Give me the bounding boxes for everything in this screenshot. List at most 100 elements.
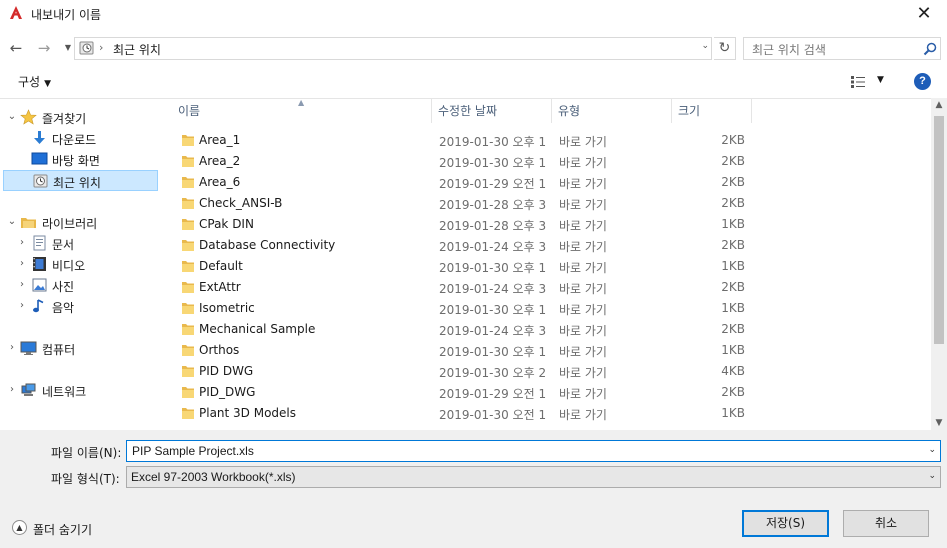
file-date: 2019-01-24 오후 3:... [439, 324, 547, 338]
nav-item-library[interactable]: ⌄ 라이브러리 [0, 212, 160, 233]
nav-item-videos[interactable]: › 비디오 [0, 254, 160, 275]
file-row[interactable]: Check_ANSI-B 2019-01-28 오후 3:... 바로 가기 2KB [160, 193, 931, 214]
music-icon [33, 299, 44, 313]
folder-shortcut-icon [182, 156, 194, 167]
file-date: 2019-01-28 오후 3:... [439, 219, 547, 233]
chevron-down-icon[interactable]: ⌄ [928, 471, 936, 481]
filename-input[interactable]: PIP Sample Project.xls ⌄ [126, 440, 941, 462]
folder-shortcut-icon [182, 324, 194, 335]
filename-label: 파일 이름(N): [51, 446, 122, 460]
file-size: 2KB [721, 196, 745, 210]
file-size: 2KB [721, 322, 745, 336]
nav-item-label: 라이브러리 [42, 217, 98, 231]
star-icon [20, 109, 37, 125]
column-header-type[interactable]: 유형 [552, 99, 672, 123]
file-name: Check_ANSI-B [199, 196, 283, 210]
scrollbar-thumb[interactable] [934, 116, 944, 344]
file-row[interactable]: Mechanical Sample 2019-01-24 오후 3:... 바로 가… [160, 319, 931, 340]
nav-item-music[interactable]: › 음악 [0, 296, 160, 317]
file-type: 바로 가기 [559, 156, 607, 170]
search-input[interactable]: 최근 위치 검색 [743, 37, 941, 60]
forward-button[interactable]: → [34, 38, 54, 58]
folder-shortcut-icon [182, 177, 194, 188]
file-row[interactable]: Default 2019-01-30 오후 1:... 바로 가기 1KB [160, 256, 931, 277]
chevron-down-icon[interactable]: ⌄ [7, 111, 17, 122]
file-row[interactable]: PID_DWG 2019-01-29 오전 1... 바로 가기 2KB [160, 382, 931, 403]
window-title: 내보내기 이름 [31, 8, 102, 22]
filetype-select[interactable]: Excel 97-2003 Workbook(*.xls) ⌄ [126, 466, 941, 488]
file-row[interactable]: Area_2 2019-01-30 오후 1:... 바로 가기 2KB [160, 151, 931, 172]
file-type: 바로 가기 [559, 366, 607, 380]
folder-shortcut-icon [182, 303, 194, 314]
chevron-right-icon[interactable]: › [7, 384, 17, 395]
nav-item-desktop[interactable]: 바탕 화면 [0, 149, 160, 170]
view-options-icon[interactable] [850, 75, 866, 89]
breadcrumb-current[interactable]: 최근 위치 [113, 41, 161, 58]
column-header-date[interactable]: 수정한 날짜 [432, 99, 552, 123]
address-field[interactable]: › 최근 위치 ⌄ [74, 37, 712, 60]
cancel-button[interactable]: 취소 [843, 510, 929, 537]
nav-item-pictures[interactable]: › 사진 [0, 275, 160, 296]
folder-shortcut-icon [182, 261, 194, 272]
file-row[interactable]: Orthos 2019-01-30 오후 1:... 바로 가기 1KB [160, 340, 931, 361]
chevron-down-icon[interactable]: ⌄ [928, 445, 936, 455]
file-row[interactable]: CPak DIN 2019-01-28 오후 3:... 바로 가기 1KB [160, 214, 931, 235]
scroll-down-icon[interactable]: ▼ [931, 418, 947, 428]
filetype-value: Excel 97-2003 Workbook(*.xls) [131, 470, 296, 484]
scroll-up-icon[interactable]: ▲ [931, 100, 947, 110]
file-date: 2019-01-30 오후 1:... [439, 135, 547, 149]
file-date: 2019-01-30 오전 1... [439, 408, 547, 422]
file-name: Area_1 [199, 133, 241, 147]
chevron-right-icon[interactable]: › [17, 237, 27, 248]
videos-icon [33, 257, 46, 271]
nav-item-documents[interactable]: › 문서 [0, 233, 160, 254]
collapse-up-icon: ▲ [12, 520, 27, 535]
column-header-name[interactable]: ▲ 이름 [160, 99, 432, 123]
file-name: Plant 3D Models [199, 406, 297, 420]
close-icon: ✕ [916, 3, 932, 24]
file-size: 2KB [721, 280, 745, 294]
file-list: ▲ 이름 수정한 날짜 유형 크기 Area_1 2019-01-30 오후 1:… [160, 98, 931, 430]
file-size: 1KB [721, 301, 745, 315]
column-header-size[interactable]: 크기 [672, 99, 752, 123]
chevron-right-icon[interactable]: › [17, 279, 27, 290]
file-type: 바로 가기 [559, 135, 607, 149]
file-size: 2KB [721, 133, 745, 147]
close-button[interactable]: ✕ [909, 3, 939, 25]
organize-button[interactable]: 구성 ▼ [18, 73, 51, 90]
file-name: PID DWG [199, 364, 254, 378]
file-row[interactable]: Database Connectivity 2019-01-24 오후 3:...… [160, 235, 931, 256]
save-button[interactable]: 저장(S) [742, 510, 829, 537]
chevron-down-icon[interactable]: ⌄ [701, 41, 709, 51]
nav-item-star[interactable]: ⌄ 즐겨찾기 [0, 107, 160, 128]
nav-item-download[interactable]: 다운로드 [0, 128, 160, 149]
file-row[interactable]: PID DWG 2019-01-30 오후 2:... 바로 가기 4KB [160, 361, 931, 382]
nav-item-label: 비디오 [52, 259, 86, 273]
chevron-right-icon[interactable]: › [17, 258, 27, 269]
file-row[interactable]: Area_6 2019-01-29 오전 1... 바로 가기 2KB [160, 172, 931, 193]
nav-item-label: 사진 [52, 280, 75, 294]
file-row[interactable]: Area_1 2019-01-30 오후 1:... 바로 가기 2KB [160, 130, 931, 151]
address-bar: ← → ▼ › 최근 위치 ⌄ ↻ 최근 위치 검색 [0, 34, 947, 62]
view-menu-caret-icon[interactable]: ▼ [877, 75, 884, 85]
nav-item-computer[interactable]: › 컴퓨터 [0, 338, 160, 359]
chevron-down-icon[interactable]: ⌄ [7, 216, 17, 227]
help-button[interactable]: ? [914, 73, 931, 90]
file-name: Database Connectivity [199, 238, 336, 252]
nav-item-network[interactable]: › 네트워크 [0, 380, 160, 401]
nav-item-recent-places[interactable]: 최근 위치 [3, 170, 158, 191]
nav-item-label: 다운로드 [52, 133, 97, 147]
file-row[interactable]: Isometric 2019-01-30 오후 1:... 바로 가기 1KB [160, 298, 931, 319]
chevron-right-icon[interactable]: › [7, 342, 17, 353]
file-type: 바로 가기 [559, 345, 607, 359]
file-size: 1KB [721, 259, 745, 273]
refresh-button[interactable]: ↻ [714, 37, 736, 60]
chevron-right-icon[interactable]: › [17, 300, 27, 311]
filename-value: PIP Sample Project.xls [132, 444, 254, 458]
file-name: Isometric [199, 301, 255, 315]
file-row[interactable]: Plant 3D Models 2019-01-30 오전 1... 바로 가기 1K… [160, 403, 931, 424]
file-type: 바로 가기 [559, 177, 607, 191]
back-button[interactable]: ← [6, 38, 26, 58]
vertical-scrollbar[interactable]: ▲ ▼ [931, 98, 947, 430]
file-row[interactable]: ExtAttr 2019-01-24 오후 3:... 바로 가기 2KB [160, 277, 931, 298]
